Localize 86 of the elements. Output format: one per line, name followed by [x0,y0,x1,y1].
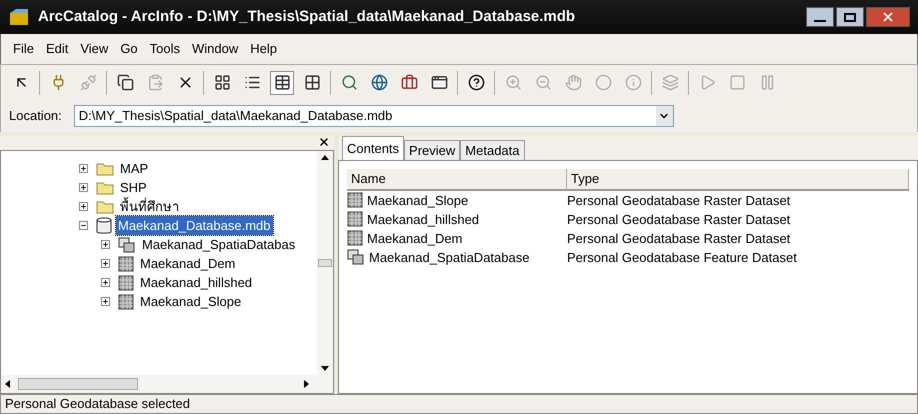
thumbnails-icon [304,74,320,91]
plus-icon [80,184,87,191]
plus-icon [102,279,109,286]
menu-item[interactable]: Go [120,39,138,59]
plus-icon [102,298,109,305]
close-icon [318,136,330,148]
tree-item[interactable]: Maekanad_Slope [138,292,244,312]
menu-item[interactable]: Window [192,39,238,59]
expand-toggle[interactable] [101,278,110,287]
expand-toggle[interactable] [101,297,110,306]
column-header[interactable]: Type [567,169,909,188]
raster-icon [347,230,363,246]
hand-icon [564,74,582,91]
table-cell[interactable]: Maekanad_hillshed [367,210,480,229]
menu-item[interactable]: Tools [150,39,180,59]
window-title: ArcCatalog - ArcInfo - D:\MY_Thesis\Spatial_data\Maekanad_Database.mdb [38,6,576,27]
folder-icon [96,200,114,214]
toolbox-icon [400,74,418,91]
table-cell-text: Personal Geodatabase Raster Dataset [567,230,792,248]
location-label: Location: [9,107,62,126]
stop-icon [728,74,746,91]
menu-item[interactable]: View [80,39,108,59]
app-icon [8,7,30,27]
copy-icon [116,74,134,91]
feature-dataset-icon [118,236,136,252]
help-icon [468,74,484,91]
folder-icon [96,180,114,194]
status-text: Personal Geodatabase selected [5,395,190,414]
dropdown-button[interactable] [656,106,673,126]
horizontal-scrollbar[interactable] [1,375,333,393]
expand-toggle[interactable] [101,240,110,249]
menu-item[interactable]: File [13,39,34,59]
location-field[interactable]: D:\MY_Thesis\Spatial_data\Maekanad_Database.mdb [74,105,674,127]
menu-item[interactable]: Edit [46,39,68,59]
table-cell-text: Personal Geodatabase Raster Dataset [567,192,792,210]
table-cell[interactable]: Maekanad_Dem [367,228,462,248]
minus-icon [80,222,87,229]
tree-item[interactable]: พื้นที่ศึกษา [118,196,181,216]
column-header[interactable]: Name [347,169,567,188]
expand-toggle[interactable] [79,183,88,192]
large-icons-icon [214,74,230,91]
zoom-in-icon [504,74,522,91]
close-button[interactable] [866,7,910,27]
plus-icon [80,203,87,210]
info-icon [624,74,642,91]
folder-icon [96,162,114,176]
expand-toggle[interactable] [79,164,88,173]
tab[interactable]: Preview [404,140,460,160]
minimize-button[interactable] [806,7,834,27]
zoom-out-icon [534,74,552,91]
feature-dataset-icon [347,249,365,266]
expand-toggle[interactable] [101,259,110,268]
tree-item[interactable]: SHP [118,178,149,198]
layers-icon [662,74,678,91]
plus-icon [80,165,87,172]
menu-item[interactable]: Help [250,39,278,59]
details-button[interactable] [270,70,294,94]
window-icon [430,74,448,91]
plus-icon [102,241,109,248]
collapse-toggle[interactable] [79,221,88,230]
tree-item[interactable]: Maekanad_hillshed [138,272,254,292]
list-icon [244,74,260,91]
expand-toggle[interactable] [79,202,88,211]
raster-icon [347,211,363,228]
raster-icon [118,274,134,290]
table-cell-text: Personal Geodatabase Raster Dataset [567,210,792,228]
disconnect-icon [80,74,96,91]
details-icon [274,74,290,91]
maximize-button[interactable] [836,7,864,27]
raster-icon [118,256,134,272]
tree-item[interactable]: MAP [118,158,150,178]
paste-icon [146,74,164,91]
raster-icon [118,294,134,310]
search-icon [340,74,358,91]
close-icon [881,10,895,24]
tree-item[interactable]: Maekanad_SpatiaDatabas [140,234,298,254]
tab[interactable]: Contents [342,136,404,160]
table-cell[interactable]: Maekanad_Slope [367,190,468,210]
table-cell-text: Personal Geodatabase Feature Dataset [567,248,798,266]
table-cell[interactable]: Maekanad_SpatiaDatabase [369,248,530,267]
tree-item[interactable]: Maekanad_Dem [138,254,238,274]
database-icon [96,216,112,234]
plus-icon [102,260,109,267]
tab[interactable]: Metadata [460,140,524,160]
tree-item[interactable]: Maekanad_Database.mdb [116,216,272,236]
vertical-scrollbar[interactable] [317,151,333,375]
